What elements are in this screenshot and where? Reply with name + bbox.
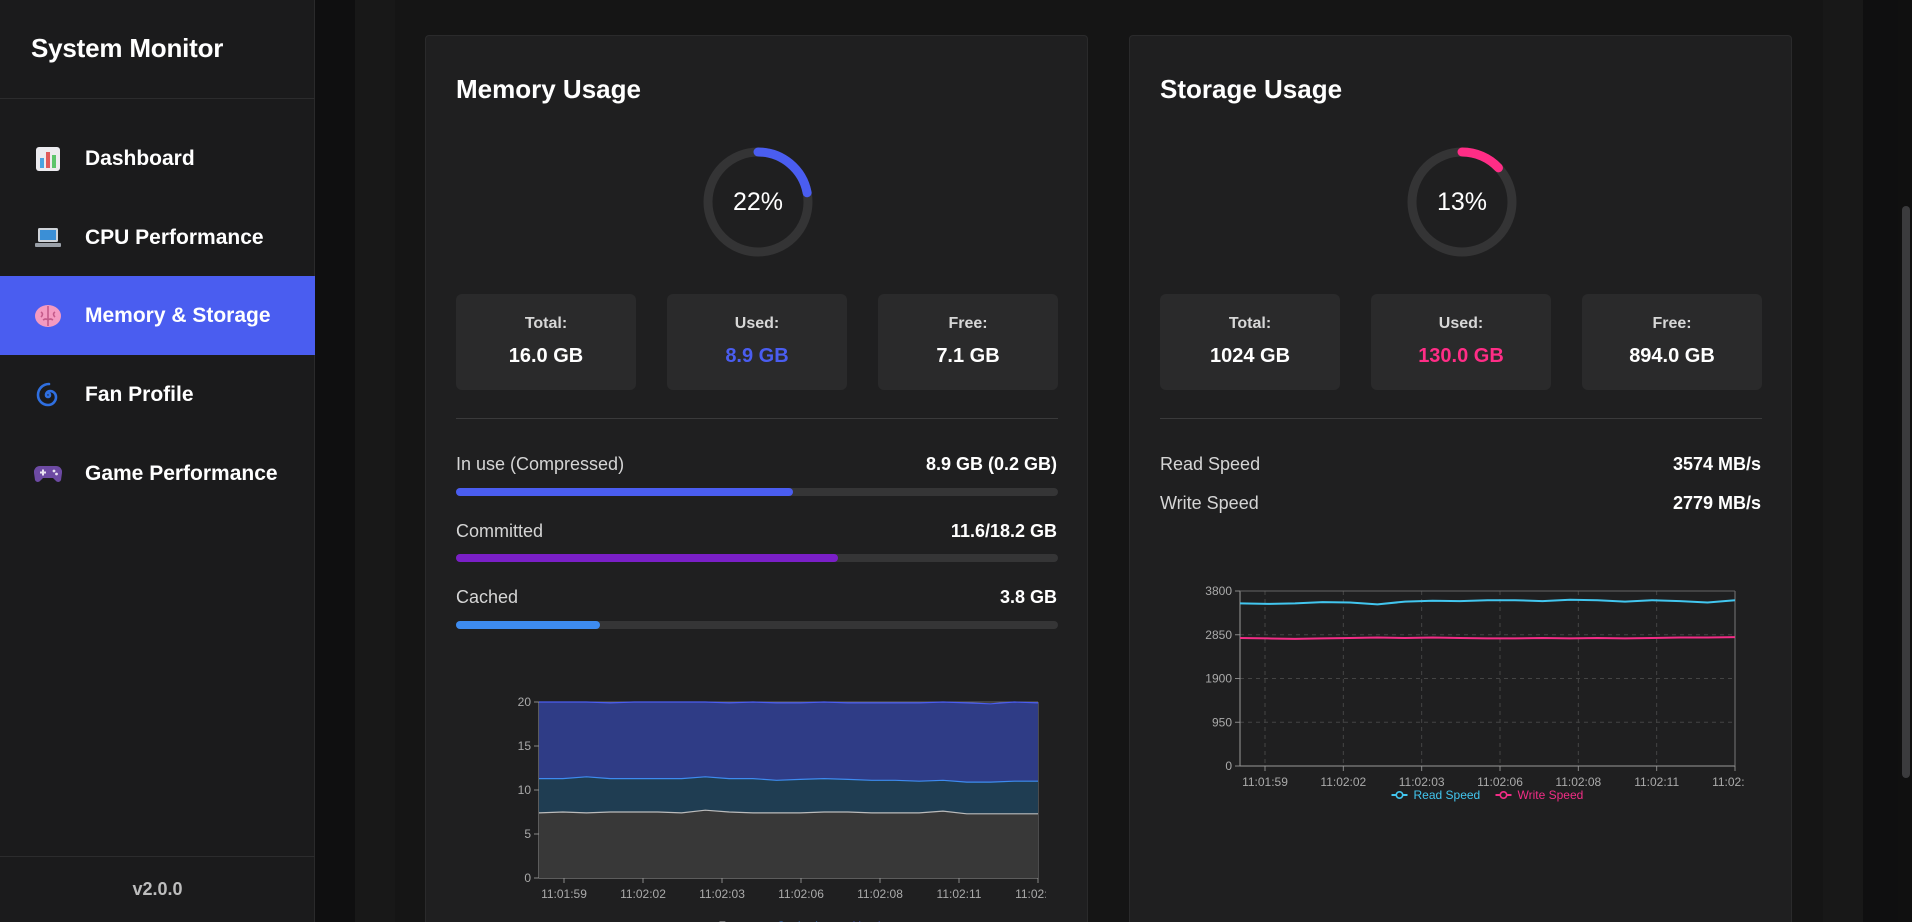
- bar-chart-icon: [34, 145, 62, 173]
- version-label: v2.0.0: [132, 879, 183, 899]
- read-speed-value: 3574 MB/s: [1672, 454, 1761, 474]
- sidebar-item-cpu-performance[interactable]: CPU Performance: [0, 198, 315, 277]
- stat-label: Free:: [1652, 315, 1692, 332]
- y-tick-label: 20: [518, 695, 532, 709]
- legend-marker: [1499, 791, 1508, 800]
- write-speed-value: 2779 MB/s: [1672, 493, 1761, 513]
- read-speed-label: Read Speed: [1160, 454, 1261, 474]
- cyclone-icon: [34, 381, 62, 409]
- sidebar-item-game-performance[interactable]: Game Performance: [0, 434, 315, 513]
- stat-label: Free:: [948, 315, 988, 332]
- x-tick-label: 11:02:03: [699, 887, 745, 901]
- x-tick-label: 11:02:12: [1712, 775, 1745, 789]
- y-tick-label: 15: [518, 739, 532, 753]
- memory-history-chart: 0 5 10 15 20 11:01:59 11:02:02 11:02:03 11:02:06…: [518, 695, 1046, 922]
- stat-label: Used:: [734, 315, 780, 332]
- memory-usage-card: Memory Usage 22% Total: 16.0 GB Used: 8.…: [425, 35, 1088, 922]
- x-tick-label: 11:02:11: [1634, 775, 1679, 789]
- sidebar: System Monitor Dashboard CPU Performance…: [0, 0, 315, 922]
- y-tick-label: 3800: [1205, 584, 1232, 598]
- storage-free-box: Free: 894.0 GB: [1582, 294, 1762, 390]
- x-tick-label: 11:02:06: [778, 887, 824, 901]
- x-tick-label: 11:02:08: [857, 887, 903, 901]
- x-tick-label: 11:02:12: [1015, 887, 1046, 901]
- x-tick-label: 11:02:02: [620, 887, 666, 901]
- legend-label: Write Speed: [1518, 788, 1584, 802]
- content-frame-left: [355, 0, 395, 922]
- y-tick-label: 5: [524, 827, 531, 841]
- sidebar-item-fan-profile[interactable]: Fan Profile: [0, 355, 315, 434]
- stat-value: 130.0 GB: [1418, 345, 1504, 367]
- committed-bar: [456, 554, 1058, 562]
- stat-value: 1024 GB: [1209, 345, 1291, 367]
- area-free-fill: [539, 810, 1038, 878]
- x-tick-label: 11:02:06: [1477, 775, 1523, 789]
- stat-value: 16.0 GB: [508, 345, 584, 367]
- in-use-bar: [456, 488, 1058, 496]
- legend-marker: [1395, 791, 1404, 800]
- sidebar-item-label: Memory & Storage: [85, 303, 271, 327]
- sidebar-item-dashboard[interactable]: Dashboard: [0, 119, 315, 198]
- x-tick-label: 11:02:02: [1320, 775, 1366, 789]
- stat-label: Used:: [1438, 315, 1484, 332]
- committed-bar-fill: [456, 554, 839, 562]
- card-divider: [456, 418, 1058, 419]
- x-tick-label: 11:02:08: [1555, 775, 1601, 789]
- committed-label: Committed: [456, 521, 544, 541]
- storage-usage-card: Storage Usage 13% Total: 1024 GB Used: 1…: [1129, 35, 1792, 922]
- card-divider: [1160, 418, 1762, 419]
- y-tick-label: 1900: [1205, 672, 1232, 686]
- write-speed-label: Write Speed: [1160, 493, 1259, 513]
- committed-value: 11.6/18.2 GB: [950, 521, 1057, 541]
- stat-value: 7.1 GB: [936, 345, 1000, 367]
- y-tick-label: 950: [1212, 715, 1232, 729]
- gamepad-icon: [34, 460, 62, 488]
- y-tick-label: 0: [524, 871, 531, 885]
- in-use-bar-fill: [456, 488, 794, 496]
- stat-label: Total:: [524, 315, 568, 332]
- y-tick-label: 10: [518, 783, 532, 797]
- cached-bar-fill: [456, 621, 601, 629]
- in-use-label: In use (Compressed): [456, 454, 625, 474]
- sidebar-divider: [0, 98, 315, 99]
- storage-total-box: Total: 1024 GB: [1160, 294, 1340, 390]
- card-title: Memory Usage: [456, 74, 641, 104]
- sidebar-item-label: CPU Performance: [85, 225, 264, 249]
- stat-value: 8.9 GB: [725, 345, 789, 367]
- stat-value: 894.0 GB: [1629, 345, 1715, 367]
- card-title: Storage Usage: [1160, 74, 1343, 104]
- cached-label: Cached: [456, 587, 519, 607]
- storage-percent: 13%: [1436, 187, 1488, 216]
- content-frame-right: [1823, 0, 1863, 922]
- y-tick-label: 2850: [1205, 628, 1232, 642]
- sidebar-divider: [0, 856, 315, 857]
- cached-bar: [456, 621, 1058, 629]
- sidebar-item-memory-storage[interactable]: Memory & Storage: [0, 276, 315, 355]
- x-tick-label: 11:01:59: [1242, 775, 1288, 789]
- series-write-speed-line: [1239, 636, 1736, 640]
- app-title: System Monitor: [31, 33, 224, 63]
- in-use-value: 8.9 GB (0.2 GB): [925, 454, 1057, 474]
- sidebar-item-label: Dashboard: [85, 146, 195, 170]
- memory-free-box: Free: 7.1 GB: [878, 294, 1058, 390]
- brain-icon: [34, 302, 62, 330]
- memory-used-box: Used: 8.9 GB: [667, 294, 847, 390]
- y-tick-label: 0: [1225, 759, 1232, 773]
- storage-used-box: Used: 130.0 GB: [1371, 294, 1551, 390]
- x-tick-label: 11:02:03: [1399, 775, 1445, 789]
- legend-label: Read Speed: [1414, 788, 1481, 802]
- x-tick-label: 11:01:59: [541, 887, 587, 901]
- laptop-icon: [34, 224, 62, 252]
- sidebar-item-label: Fan Profile: [85, 382, 194, 406]
- cached-value: 3.8 GB: [999, 587, 1057, 607]
- sidebar-item-label: Game Performance: [85, 461, 278, 485]
- storage-speed-chart: 0 950 1900 2850 3800 11:01:59 11:02:02 11:02:03…: [1205, 584, 1745, 802]
- series-read-speed-line: [1239, 598, 1736, 606]
- memory-total-box: Total: 16.0 GB: [456, 294, 636, 390]
- scrollbar-thumb[interactable]: [1902, 206, 1910, 778]
- memory-percent: 22%: [732, 187, 784, 216]
- stat-label: Total:: [1228, 315, 1272, 332]
- x-tick-label: 11:02:11: [937, 887, 982, 901]
